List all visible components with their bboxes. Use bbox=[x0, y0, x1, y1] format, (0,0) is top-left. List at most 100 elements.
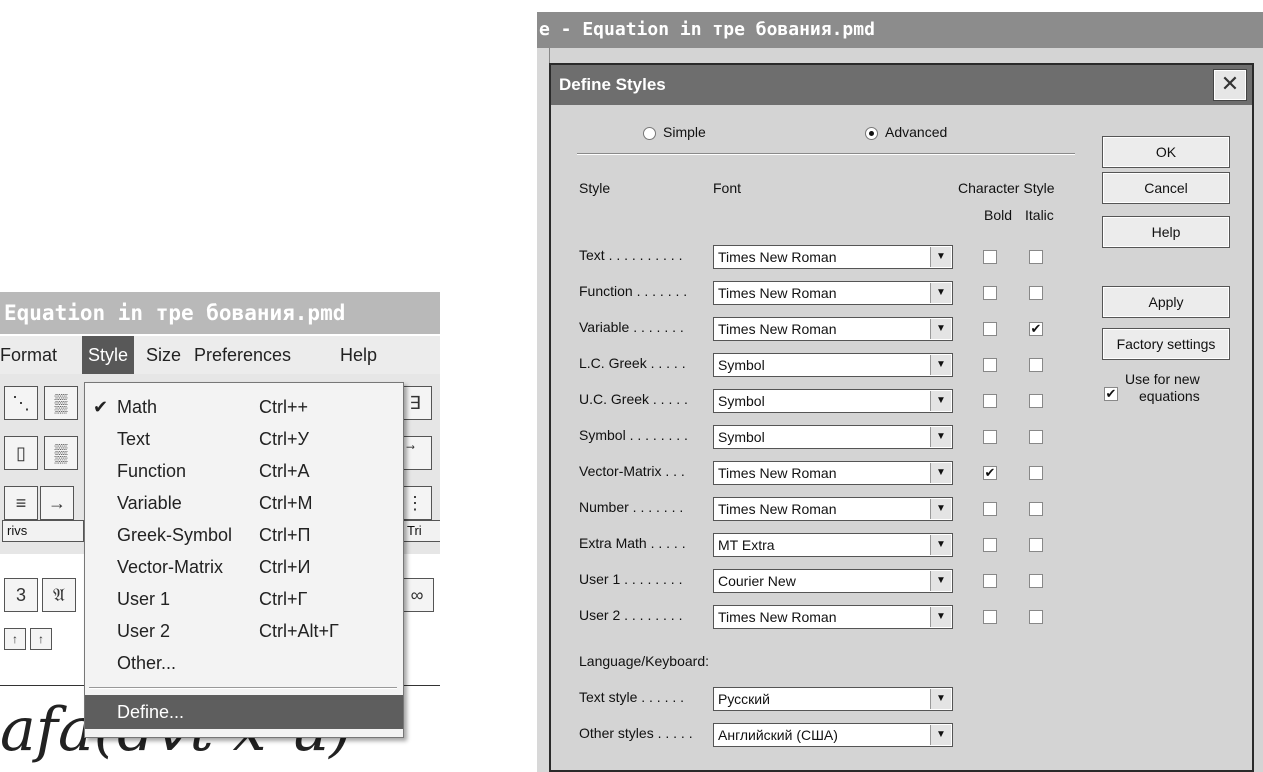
menu-format[interactable]: Format bbox=[0, 336, 63, 374]
radio-simple-label: Simple bbox=[663, 124, 706, 140]
font-select[interactable]: Times New Roman ▼ bbox=[713, 461, 953, 485]
row-style-label: Variable . . . . . . . bbox=[579, 319, 684, 335]
menu-item-greek-symbol[interactable]: Greek-Symbol Ctrl+П bbox=[85, 519, 403, 551]
define-styles-dialog: Define Styles ✕ Simple Advanced Style Fo… bbox=[549, 63, 1254, 772]
chevron-down-icon: ▼ bbox=[930, 319, 951, 339]
menu-item-user-2[interactable]: User 2 Ctrl+Alt+Г bbox=[85, 615, 403, 647]
font-select[interactable]: Times New Roman ▼ bbox=[713, 605, 953, 629]
tab-trig[interactable]: Tri bbox=[402, 520, 440, 542]
ok-button[interactable]: OK bbox=[1102, 136, 1230, 168]
cancel-button[interactable]: Cancel bbox=[1102, 172, 1230, 204]
menu-item-other[interactable]: Other... bbox=[85, 647, 403, 679]
row-style-label: User 1 . . . . . . . . bbox=[579, 571, 683, 587]
row-style-label: Vector-Matrix . . . bbox=[579, 463, 685, 479]
row-style-label: Extra Math . . . . . bbox=[579, 535, 686, 551]
menu-item-math[interactable]: ✔ Math Ctrl++ bbox=[85, 391, 403, 423]
palette-fence-button[interactable]: ▒ bbox=[44, 436, 78, 470]
radio-advanced-label: Advanced bbox=[885, 124, 948, 140]
use-for-new-label-1: Use for new bbox=[1125, 371, 1200, 387]
italic-checkbox[interactable] bbox=[1029, 610, 1043, 624]
italic-checkbox[interactable] bbox=[1029, 430, 1043, 444]
italic-checkbox[interactable] bbox=[1029, 394, 1043, 408]
bold-checkbox[interactable] bbox=[983, 250, 997, 264]
radio-advanced[interactable] bbox=[865, 127, 878, 140]
close-icon[interactable]: ✕ bbox=[1213, 69, 1247, 101]
bold-checkbox[interactable] bbox=[983, 358, 997, 372]
radio-simple[interactable] bbox=[643, 127, 656, 140]
divider bbox=[577, 153, 1075, 155]
font-select[interactable]: Times New Roman ▼ bbox=[713, 245, 953, 269]
menu-size[interactable]: Size bbox=[140, 336, 187, 374]
bold-checkbox[interactable] bbox=[983, 574, 997, 588]
menu-item-function[interactable]: Function Ctrl+A bbox=[85, 455, 403, 487]
bold-checkbox[interactable] bbox=[983, 322, 997, 336]
font-select[interactable]: Symbol ▼ bbox=[713, 389, 953, 413]
bold-checkbox[interactable] bbox=[983, 538, 997, 552]
italic-checkbox[interactable] bbox=[1029, 502, 1043, 516]
chevron-down-icon: ▼ bbox=[930, 391, 951, 411]
style-menu: ✔ Math Ctrl++ Text Ctrl+У Function Ctrl+… bbox=[84, 382, 404, 738]
bold-checkbox[interactable]: ✔ bbox=[983, 466, 997, 480]
palette-3-button[interactable]: 3 bbox=[4, 578, 38, 612]
font-select[interactable]: MT Extra ▼ bbox=[713, 533, 953, 557]
font-select[interactable]: Symbol ▼ bbox=[713, 425, 953, 449]
dialog-title: Define Styles bbox=[551, 65, 1252, 105]
italic-checkbox[interactable] bbox=[1029, 358, 1043, 372]
palette-dots-button[interactable]: ⋱ bbox=[4, 386, 38, 420]
bold-checkbox[interactable] bbox=[983, 502, 997, 516]
menu-separator bbox=[89, 687, 397, 689]
text-style-label: Text style . . . . . . bbox=[579, 689, 685, 705]
chevron-down-icon: ▼ bbox=[930, 283, 951, 303]
help-button[interactable]: Help bbox=[1102, 216, 1230, 248]
row-style-label: Text . . . . . . . . . . bbox=[579, 247, 683, 263]
other-styles-language-select[interactable]: Английский (США) ▼ bbox=[713, 723, 953, 747]
italic-checkbox[interactable] bbox=[1029, 538, 1043, 552]
palette-template-button[interactable]: ▒ bbox=[44, 386, 78, 420]
chevron-down-icon: ▼ bbox=[930, 607, 951, 627]
text-style-language-select[interactable]: Русский ▼ bbox=[713, 687, 953, 711]
font-select[interactable]: Symbol ▼ bbox=[713, 353, 953, 377]
menu-help[interactable]: Help bbox=[334, 336, 383, 374]
menu-item-vector-matrix[interactable]: Vector-Matrix Ctrl+И bbox=[85, 551, 403, 583]
menu-item-variable[interactable]: Variable Ctrl+M bbox=[85, 487, 403, 519]
row-style-label: Function . . . . . . . bbox=[579, 283, 688, 299]
font-select[interactable]: Times New Roman ▼ bbox=[713, 281, 953, 305]
row-style-label: Number . . . . . . . bbox=[579, 499, 684, 515]
italic-checkbox[interactable]: ✔ bbox=[1029, 322, 1043, 336]
palette-box-button[interactable]: ▯ bbox=[4, 436, 38, 470]
palette-arrow-button[interactable]: → bbox=[40, 486, 74, 520]
font-select[interactable]: Times New Roman ▼ bbox=[713, 317, 953, 341]
chevron-down-icon: ▼ bbox=[930, 535, 951, 555]
bold-checkbox[interactable] bbox=[983, 286, 997, 300]
bold-checkbox[interactable] bbox=[983, 610, 997, 624]
header-style: Style bbox=[579, 180, 611, 196]
factory-settings-button[interactable]: Factory settings bbox=[1102, 328, 1230, 360]
palette-infinity-button[interactable]: ∞ bbox=[400, 578, 434, 612]
bold-checkbox[interactable] bbox=[983, 394, 997, 408]
use-for-new-checkbox[interactable]: ✔ bbox=[1104, 387, 1118, 401]
apply-button[interactable]: Apply bbox=[1102, 286, 1230, 318]
tab-derivs[interactable]: rivs bbox=[2, 520, 84, 542]
menu-item-text[interactable]: Text Ctrl+У bbox=[85, 423, 403, 455]
menu-item-user-1[interactable]: User 1 Ctrl+Г bbox=[85, 583, 403, 615]
font-select[interactable]: Courier New ▼ bbox=[713, 569, 953, 593]
menu-preferences[interactable]: Preferences bbox=[188, 336, 297, 374]
italic-checkbox[interactable] bbox=[1029, 574, 1043, 588]
palette-up-arrow-2-button[interactable]: ↑ bbox=[30, 628, 52, 650]
font-select[interactable]: Times New Roman ▼ bbox=[713, 497, 953, 521]
chevron-down-icon: ▼ bbox=[930, 355, 951, 375]
italic-checkbox[interactable] bbox=[1029, 466, 1043, 480]
menu-style[interactable]: Style bbox=[82, 336, 135, 374]
menu-item-define[interactable]: Define... bbox=[85, 695, 403, 729]
palette-equiv-button[interactable]: ≡ bbox=[4, 486, 38, 520]
language-keyboard-label: Language/Keyboard: bbox=[579, 653, 709, 669]
palette-fraktur-button[interactable]: 𝔄 bbox=[42, 578, 76, 612]
chevron-down-icon: ▼ bbox=[930, 689, 951, 709]
chevron-down-icon: ▼ bbox=[930, 499, 951, 519]
italic-checkbox[interactable] bbox=[1029, 286, 1043, 300]
bold-checkbox[interactable] bbox=[983, 430, 997, 444]
header-italic: Italic bbox=[1025, 207, 1054, 223]
palette-up-arrow-button[interactable]: ↑ bbox=[4, 628, 26, 650]
header-bold: Bold bbox=[984, 207, 1013, 223]
italic-checkbox[interactable] bbox=[1029, 250, 1043, 264]
